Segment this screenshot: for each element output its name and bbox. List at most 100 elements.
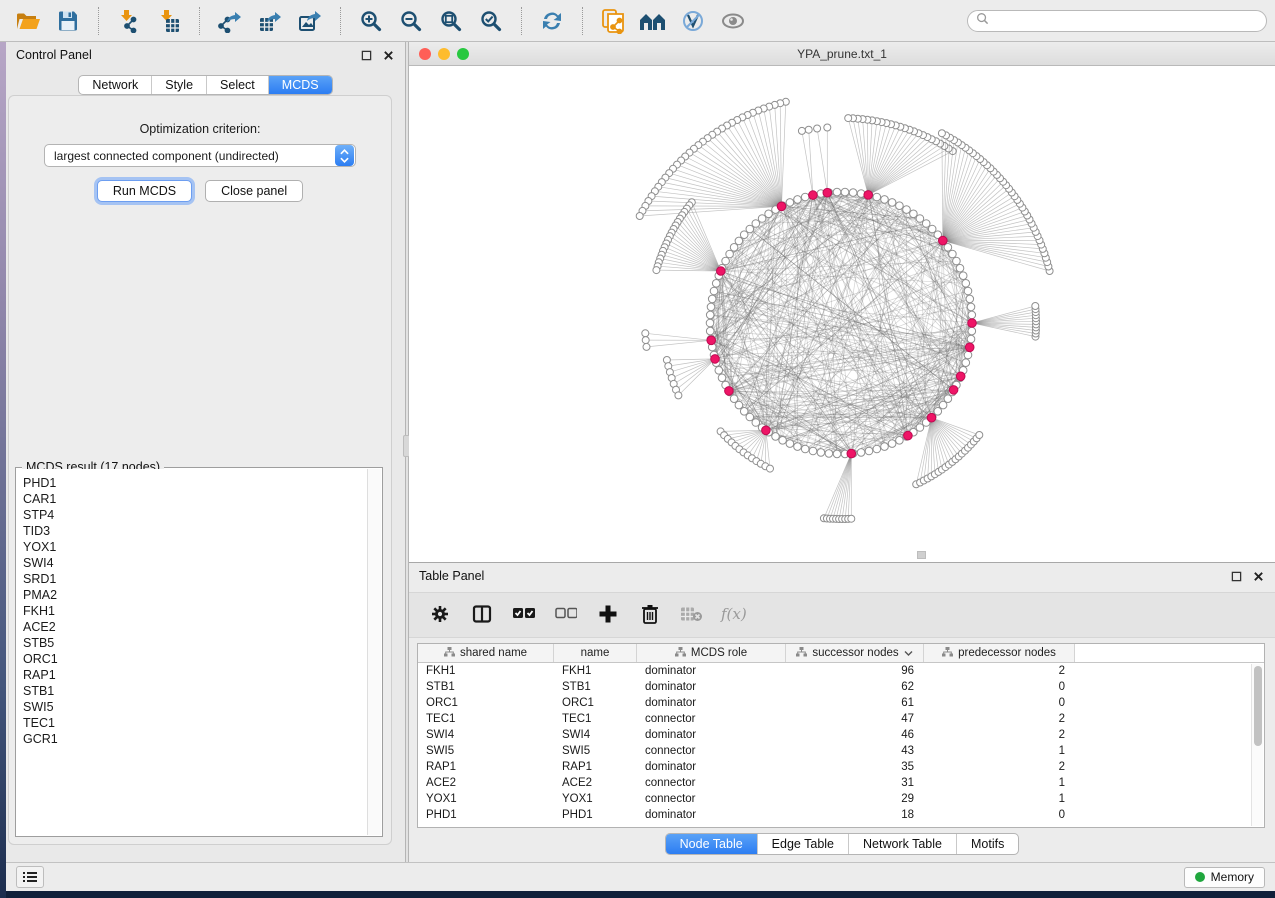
status-bar: Memory [6, 862, 1275, 891]
table-scrollbar[interactable] [1251, 664, 1263, 826]
network-canvas[interactable] [409, 66, 1275, 562]
table-tab-edge-table[interactable]: Edge Table [757, 834, 848, 854]
search-input[interactable] [994, 14, 1258, 28]
mcds-result-item[interactable]: YOX1 [23, 539, 381, 555]
close-table-panel-icon[interactable] [1252, 570, 1265, 583]
column-pane-button[interactable] [467, 600, 497, 630]
save-session-button[interactable] [51, 4, 85, 38]
cell-shared-name: STB1 [418, 679, 554, 695]
vizmap-preview-button[interactable] [676, 4, 710, 38]
float-table-panel-icon[interactable] [1230, 570, 1243, 583]
tab-mcds[interactable]: MCDS [268, 76, 332, 94]
mcds-result-item[interactable]: STB1 [23, 683, 381, 699]
column-label: predecessor nodes [958, 647, 1056, 659]
import-table-button[interactable] [152, 4, 186, 38]
table-tab-network-table[interactable]: Network Table [848, 834, 956, 854]
table-row[interactable]: SWI5SWI5connector431 [418, 743, 1264, 759]
cell-successor-nodes: 31 [786, 775, 924, 791]
minimize-window-icon[interactable] [438, 48, 450, 60]
table-row[interactable]: RAP1RAP1dominator352 [418, 759, 1264, 775]
toolbar-separator [521, 7, 522, 35]
mcds-result-item[interactable]: SWI5 [23, 699, 381, 715]
network-from-clipboard-button[interactable] [596, 4, 630, 38]
table-mode-gear-button[interactable] [425, 600, 455, 630]
table-tabs: Node TableEdge TableNetwork TableMotifs [665, 833, 1020, 855]
close-panel-button[interactable]: Close panel [205, 180, 303, 202]
hide-panel-eye-icon [720, 10, 746, 32]
network-window-title: YPA_prune.txt_1 [797, 47, 887, 61]
mcds-result-item[interactable]: ORC1 [23, 651, 381, 667]
show-all-columns-button[interactable] [509, 600, 539, 630]
table-row[interactable]: PHD1PHD1dominator180 [418, 807, 1264, 823]
column-header-predecessor-nodes[interactable]: predecessor nodes [924, 644, 1075, 662]
mcds-result-item[interactable]: SRD1 [23, 571, 381, 587]
toolbar-separator [199, 7, 200, 35]
mcds-result-list[interactable]: PHD1CAR1STP4TID3YOX1SWI4SRD1PMA2FKH1ACE2… [17, 469, 381, 835]
close-window-icon[interactable] [419, 48, 431, 60]
export-image-button[interactable] [293, 4, 327, 38]
table-row[interactable]: ACE2ACE2connector311 [418, 775, 1264, 791]
table-row[interactable]: FKH1FKH1dominator962 [418, 663, 1264, 679]
mcds-result-item[interactable]: ACE2 [23, 619, 381, 635]
memory-label: Memory [1211, 870, 1254, 884]
mcds-result-item[interactable]: TID3 [23, 523, 381, 539]
close-panel-icon[interactable] [382, 49, 395, 62]
export-network-button[interactable] [213, 4, 247, 38]
table-mode-gear-icon [430, 604, 450, 627]
mcds-result-item[interactable]: RAP1 [23, 667, 381, 683]
mcds-result-item[interactable]: GCR1 [23, 731, 381, 747]
zoom-fit-button[interactable] [434, 4, 468, 38]
network-graph[interactable] [409, 66, 1275, 563]
mcds-result-item[interactable]: STP4 [23, 507, 381, 523]
table-row[interactable]: SWI4SWI4dominator462 [418, 727, 1264, 743]
zoom-in-button[interactable] [354, 4, 388, 38]
column-pane-icon [472, 604, 492, 627]
maximize-window-icon[interactable] [457, 48, 469, 60]
import-network-button[interactable] [112, 4, 146, 38]
open-file-button[interactable] [11, 4, 45, 38]
zoom-out-button[interactable] [394, 4, 428, 38]
float-panel-icon[interactable] [360, 49, 373, 62]
delete-columns-button[interactable] [635, 600, 665, 630]
column-header-name[interactable]: name [554, 644, 637, 662]
table-tab-motifs[interactable]: Motifs [956, 834, 1018, 854]
search-box[interactable] [967, 10, 1267, 32]
mcds-result-item[interactable]: PMA2 [23, 587, 381, 603]
search-sites-button[interactable] [636, 4, 670, 38]
mcds-result-item[interactable]: CAR1 [23, 491, 381, 507]
cell-MCDS-role: connector [637, 743, 786, 759]
canvas-scroll-handle[interactable] [917, 551, 926, 559]
tab-network[interactable]: Network [79, 76, 151, 94]
delete-table-button [677, 600, 707, 630]
mcds-result-item[interactable]: TEC1 [23, 715, 381, 731]
cell-MCDS-role: connector [637, 775, 786, 791]
cell-predecessor-nodes: 0 [924, 695, 1075, 711]
column-header-MCDS-role[interactable]: MCDS role [637, 644, 786, 662]
column-header-shared-name[interactable]: shared name [418, 644, 554, 662]
mcds-result-item[interactable]: STB5 [23, 635, 381, 651]
create-column-button[interactable] [593, 600, 623, 630]
tab-select[interactable]: Select [206, 76, 268, 94]
table-row[interactable]: YOX1YOX1connector291 [418, 791, 1264, 807]
memory-button[interactable]: Memory [1184, 867, 1265, 888]
mcds-list-scrollbar[interactable] [367, 469, 381, 835]
zoom-selected-button[interactable] [474, 4, 508, 38]
criterion-dropdown[interactable]: largest connected component (undirected) [44, 144, 356, 167]
table-row[interactable]: ORC1ORC1dominator610 [418, 695, 1264, 711]
mcds-result-item[interactable]: PHD1 [23, 475, 381, 491]
export-table-button[interactable] [253, 4, 287, 38]
table-tab-node-table[interactable]: Node Table [666, 834, 757, 854]
task-history-button[interactable] [16, 866, 44, 888]
run-mcds-button[interactable]: Run MCDS [97, 180, 192, 202]
column-header-successor-nodes[interactable]: successor nodes [786, 644, 924, 662]
tab-style[interactable]: Style [151, 76, 206, 94]
table-row[interactable]: STB1STB1dominator620 [418, 679, 1264, 695]
mcds-result-item[interactable]: SWI4 [23, 555, 381, 571]
table-scrollbar-thumb[interactable] [1254, 666, 1262, 746]
hide-all-columns-button[interactable] [551, 600, 581, 630]
apply-layout-button[interactable] [535, 4, 569, 38]
mcds-result-item[interactable]: FKH1 [23, 603, 381, 619]
hide-panel-eye-button[interactable] [716, 4, 750, 38]
network-window-titlebar[interactable]: YPA_prune.txt_1 [409, 42, 1275, 66]
table-row[interactable]: TEC1TEC1connector472 [418, 711, 1264, 727]
